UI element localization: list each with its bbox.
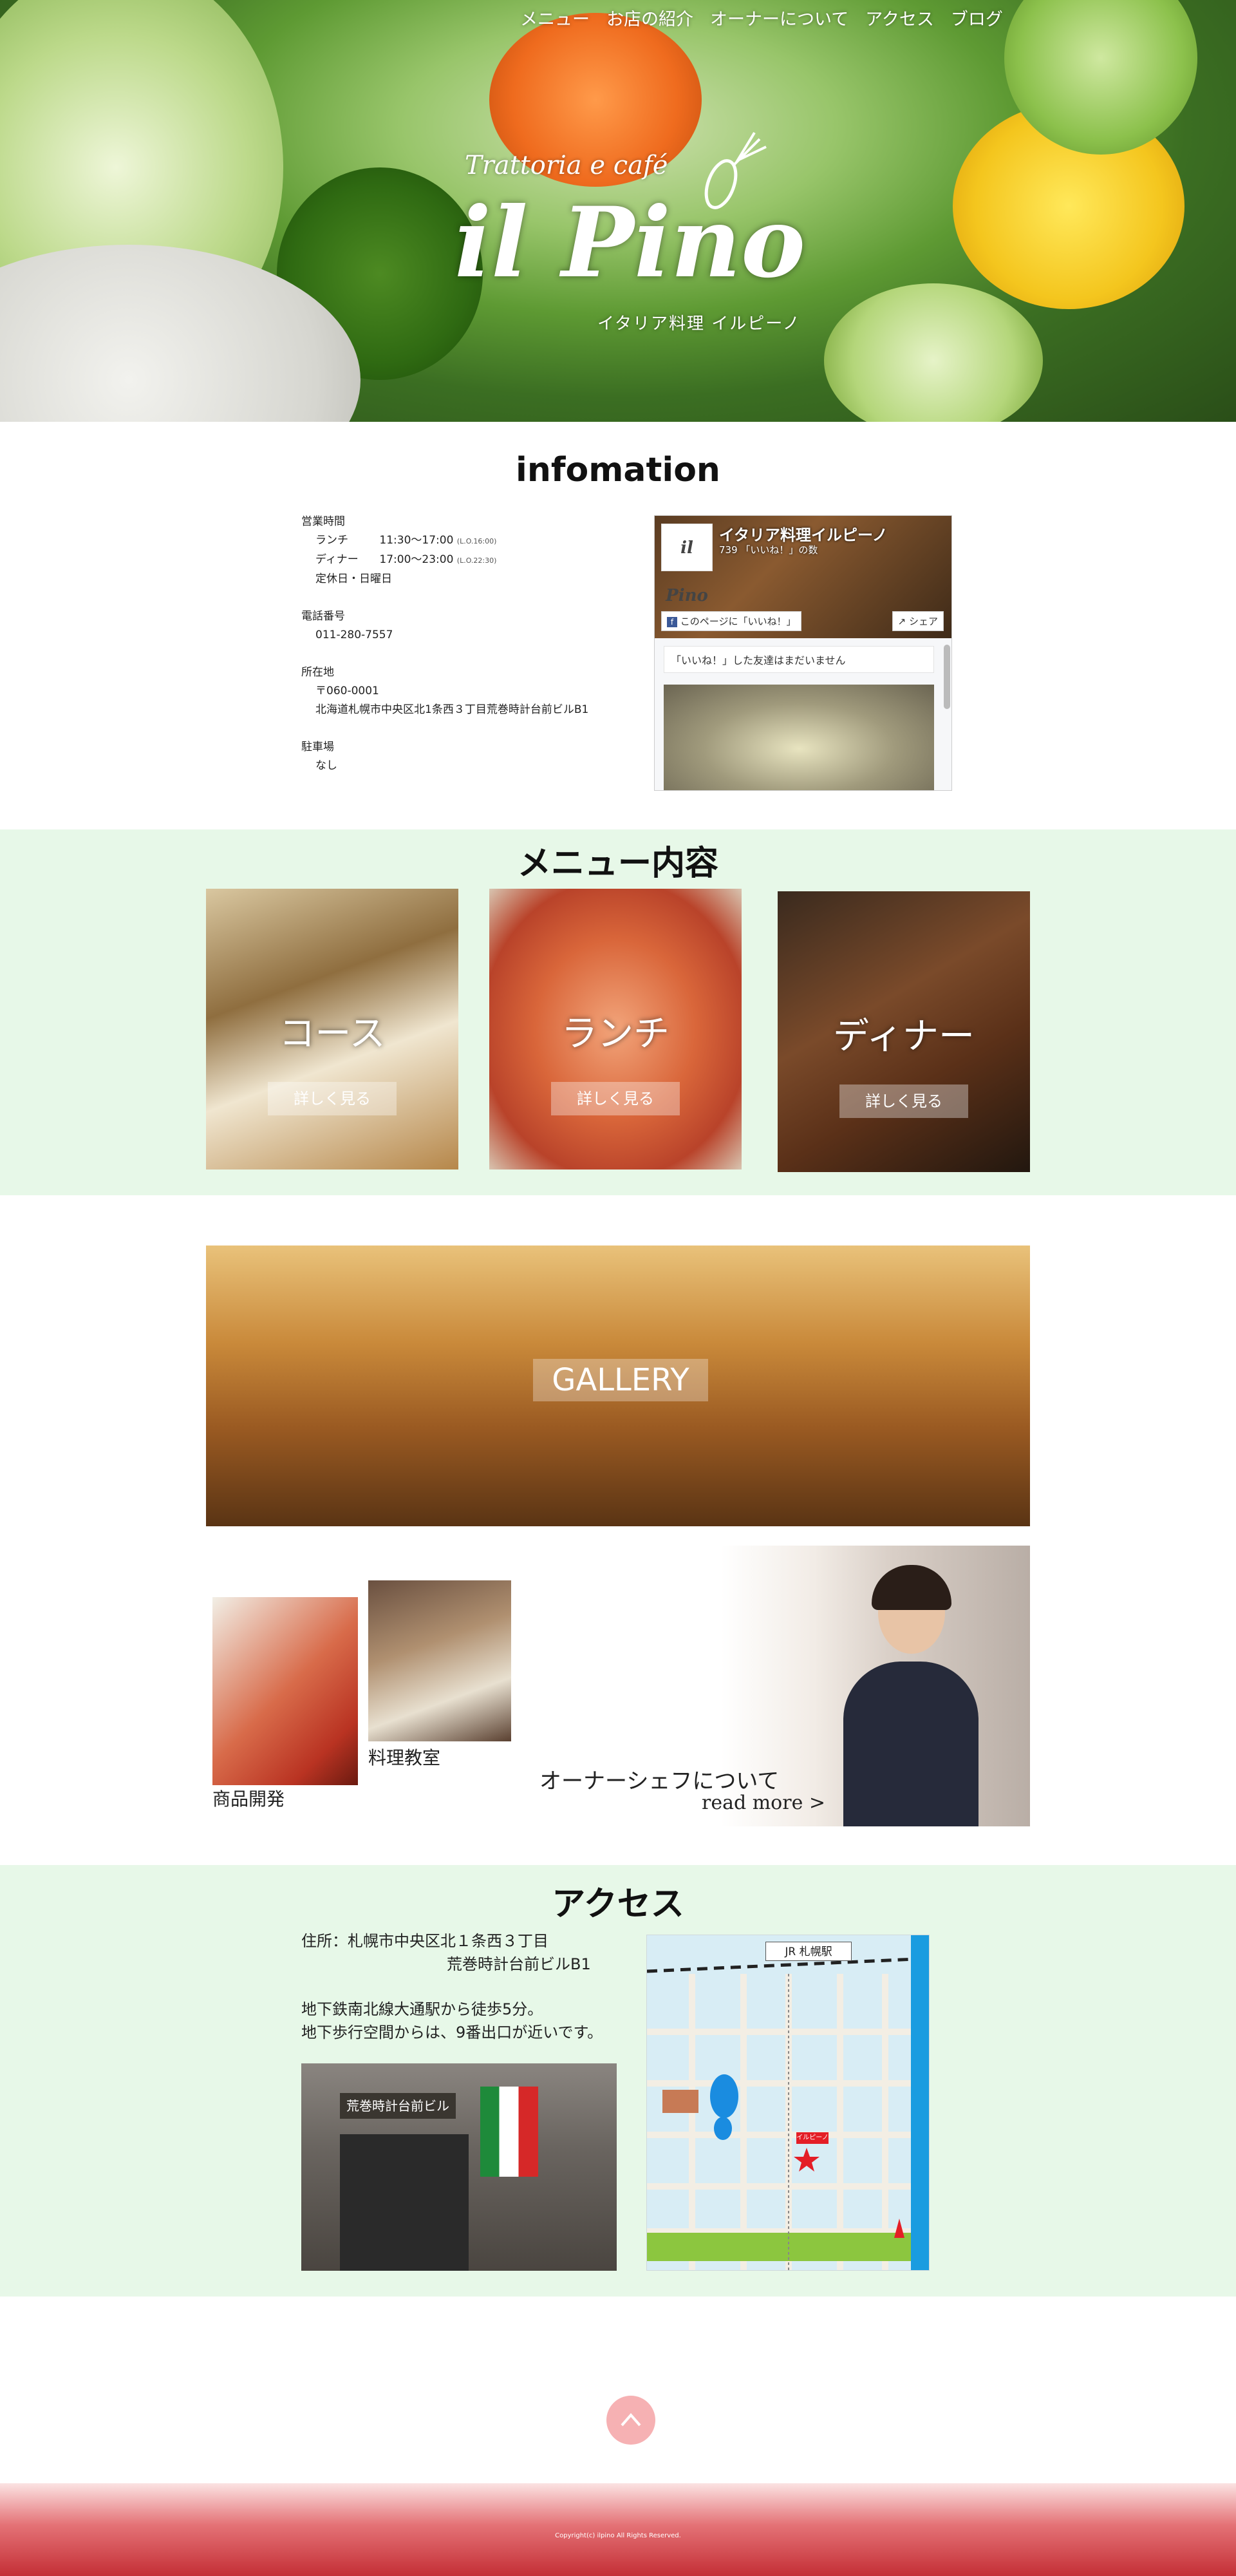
parking-label: 駐車場 [301,741,334,753]
dinner-last-order: (L.O.22:30) [456,556,497,565]
hero-cucumber [824,283,1043,422]
address-group: 所在地 〒060-0001 北海道札幌市中央区北1条西３丁目荒巻時計台前ビルB1 [301,663,636,719]
address-label: 所在地 [301,666,334,679]
owner-read-more-link[interactable]: read more > [702,1792,825,1814]
facebook-page-name[interactable]: イタリア料理イルピーノ [719,522,888,545]
footer: Copyright(c) ilpino All Rights Reserved. [0,2483,1236,2576]
access-directions: 地下鉄南北線大通駅から徒歩5分。 地下歩行空間からは、9番出口が近いです。 [301,1998,603,2044]
pine-icon [704,131,767,209]
chevron-up-icon [621,2412,641,2427]
phone-label: 電話番号 [301,610,345,623]
map-station-label: JR 札幌駅 [765,1942,852,1961]
access-address-line1: 住所：札幌市中央区北１条西３丁目 [301,1932,548,1950]
product-development-image[interactable] [212,1597,358,1785]
menu-card-lunch-label: ランチ [561,1013,670,1055]
lunch-time: 11:30〜17:00 [379,534,454,547]
access-heading: アクセス [552,1885,684,1924]
parking-value: なし [315,759,337,772]
nav-item-about[interactable]: お店の紹介 [606,5,693,30]
dinner-label: ディナー [315,553,359,566]
copyright: Copyright(c) ilpino All Rights Reserved. [555,2532,681,2539]
lunch-last-order: (L.O.16:00) [456,537,497,545]
facebook-page-logo[interactable]: il Pino [661,524,713,605]
logo-subtitle: Trattoria e café [465,151,668,180]
map-drawing [647,1935,929,2270]
info-heading: infomation [516,451,720,489]
menu-heading: メニュー内容 [517,844,718,883]
facebook-like-button[interactable]: f このページに「いいね！」 [661,611,802,631]
info-details: 営業時間 ランチ 11:30〜17:00 (L.O.16:00) ディナー 17… [301,513,636,794]
menu-card-course-label: コース [279,1013,386,1055]
access-section [0,1865,1236,2297]
product-development-label[interactable]: 商品開発 [212,1785,285,1811]
facebook-share-label: シェア [908,616,938,627]
main-nav: メニュー お店の紹介 オーナーについて アクセス ブログ [520,5,1003,30]
facebook-icon: f [667,616,677,627]
map-shop-label: イルピーノ [796,2134,829,2141]
facebook-friends-text: 「いいね！」した友達はまだいません [664,646,934,673]
nav-item-owner[interactable]: オーナーについて [710,5,848,30]
menu-card-dinner[interactable]: ディナー 詳しく見る [778,891,1030,1172]
menu-card-lunch[interactable]: ランチ 詳しく見る [489,889,742,1170]
phone-group: 電話番号 011-280-7557 [301,607,636,645]
cooking-class-label[interactable]: 料理教室 [368,1744,440,1770]
nav-item-access[interactable]: アクセス [865,5,934,30]
share-icon: ↗ [897,616,906,627]
lunch-row: ランチ 11:30〜17:00 (L.O.16:00) [301,531,636,551]
facebook-cover: il Pino イタリア料理イルピーノ 739 「いいね！」の数 f このページ… [655,516,951,638]
access-address-line2: 荒巻時計台前ビルB1 [447,1955,591,1973]
nav-item-menu[interactable]: メニュー [520,5,590,30]
course-detail-button[interactable]: 詳しく見る [268,1082,397,1115]
hours-group: 営業時間 ランチ 11:30〜17:00 (L.O.16:00) ディナー 17… [301,513,636,589]
address: 北海道札幌市中央区北1条西３丁目荒巻時計台前ビルB1 [315,703,589,716]
scroll-to-top-button[interactable] [606,2396,655,2445]
facebook-like-count: 739 「いいね！」の数 [719,544,818,556]
owner-chef-title[interactable]: オーナーシェフについて [539,1763,779,1795]
building-sign: 荒巻時計台前ビル [340,2093,456,2119]
italian-flag-banner [480,2087,538,2177]
facebook-scrollbar[interactable] [944,645,950,709]
cooking-class-image[interactable] [368,1580,511,1741]
building-entrance [340,2134,469,2271]
logo-japanese: イタリア料理 イルピーノ [597,314,801,334]
nav-item-blog[interactable]: ブログ [951,5,1003,30]
lunch-label: ランチ [315,534,348,547]
facebook-widget[interactable]: il Pino イタリア料理イルピーノ 739 「いいね！」の数 f このページ… [654,515,952,791]
parking-group: 駐車場 なし [301,738,636,775]
gallery-label: GALLERY [533,1359,708,1401]
menu-card-dinner-label: ディナー [832,1016,975,1057]
facebook-post-image[interactable] [664,685,934,790]
holiday: 定休日・日曜日 [315,573,392,585]
access-directions-line1: 地下鉄南北線大通駅から徒歩5分。 [301,2000,543,2018]
access-directions-line2: 地下歩行空間からは、9番出口が近いです。 [301,2023,603,2041]
access-address: 住所：札幌市中央区北１条西３丁目 荒巻時計台前ビルB1 [301,1929,591,1976]
facebook-share-button[interactable]: ↗ シェア [892,611,944,631]
dinner-time: 17:00〜23:00 [379,553,454,566]
facebook-like-label: このページに「いいね！」 [680,616,796,627]
access-map[interactable]: JR 札幌駅 イルピーノ [646,1935,930,2271]
hours-label: 営業時間 [301,515,345,528]
hero-banner: メニュー お店の紹介 オーナーについて アクセス ブログ Trattoria e… [0,0,1236,422]
dinner-row: ディナー 17:00〜23:00 (L.O.22:30) [301,551,636,570]
dinner-detail-button[interactable]: 詳しく見る [839,1084,968,1118]
gallery-banner[interactable]: GALLERY [206,1245,1030,1526]
phone-number: 011-280-7557 [315,629,393,641]
menu-card-course[interactable]: コース 詳しく見る [206,889,458,1170]
postal-code: 〒060-0001 [315,685,379,697]
building-photo: 荒巻時計台前ビル [301,2063,617,2271]
lunch-detail-button[interactable]: 詳しく見る [551,1082,680,1115]
owner-chef-figure [843,1565,979,1826]
